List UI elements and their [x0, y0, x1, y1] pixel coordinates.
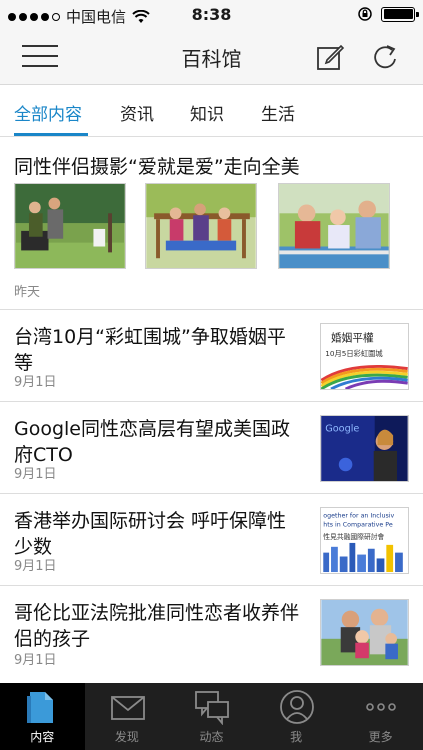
- article-headline: 台湾10月“彩虹围城”争取婚姻平等: [14, 326, 286, 374]
- article-thumbnail: Google: [320, 415, 409, 482]
- compose-icon[interactable]: [315, 42, 345, 72]
- tab-knowledge[interactable]: 知识: [190, 100, 224, 125]
- article-headline: 同性伴侣摄影“爱就是爱”走向全美: [14, 156, 300, 178]
- article-item[interactable]: 香港举办国际研讨会 呼吁保障性少数 9月1日 ogether for an In…: [0, 494, 423, 586]
- thumbnail-caption-2: 10月5日彩虹圍城: [325, 349, 383, 358]
- featured-photo-3: [278, 183, 390, 269]
- navigation-bar: 百科馆: [0, 30, 423, 85]
- status-bar: 中国电信 8:38: [0, 0, 423, 30]
- article-date: 9月1日: [14, 467, 57, 482]
- orientation-lock-icon: [358, 7, 372, 21]
- active-tab-indicator: [14, 133, 88, 136]
- tabbar-label: 内容: [30, 730, 55, 744]
- thumbnail-caption-3: 性見共融國際研討會: [323, 532, 384, 541]
- article-thumbnail: ogether for an Inclusiv hts in Comparati…: [320, 507, 409, 574]
- featured-photo-2: [145, 183, 257, 269]
- article-date: 9月1日: [14, 559, 57, 574]
- thumbnail-caption: Google: [325, 424, 359, 435]
- category-tabs: 全部内容 资讯 知识 生活: [0, 85, 423, 137]
- battery-icon: [381, 6, 419, 22]
- article-headline: 香港举办国际研讨会 呼吁保障性少数: [14, 510, 287, 558]
- document-icon: [27, 692, 53, 723]
- tabbar-item-content[interactable]: 内容: [0, 683, 85, 750]
- thumbnail-caption-2: hts in Comparative Pe: [323, 521, 393, 528]
- article-item[interactable]: 哥伦比亚法院批准同性恋者收养伴侣的孩子 9月1日: [0, 586, 423, 683]
- tabbar-label: 发现: [114, 730, 139, 744]
- thumbnail-caption-1: ogether for an Inclusiv: [323, 513, 394, 520]
- user-icon: [279, 690, 314, 724]
- bottom-tab-bar: 内容 发现 动态 我 更多: [0, 683, 423, 750]
- tab-news[interactable]: 资讯: [120, 100, 154, 125]
- article-item[interactable]: 台湾10月“彩虹围城”争取婚姻平等 9月1日 婚姻平權 10月5日彩虹圍城: [0, 310, 423, 402]
- envelope-icon: [110, 696, 145, 720]
- status-right: [357, 6, 419, 22]
- article-date: 9月1日: [14, 653, 57, 668]
- article-thumbnail: 婚姻平權 10月5日彩虹圍城: [320, 323, 409, 390]
- tabbar-item-more[interactable]: 更多: [338, 683, 423, 750]
- article-headline: Google同性恋高层有望成美国政府CTO: [14, 418, 291, 466]
- featured-article[interactable]: 同性伴侣摄影“爱就是爱”走向全美 昨天: [0, 138, 423, 310]
- article-item[interactable]: Google同性恋高层有望成美国政府CTO 9月1日 Google: [0, 402, 423, 494]
- tabbar-label: 更多: [368, 730, 393, 744]
- featured-photo-1: [14, 183, 126, 269]
- tab-all-content[interactable]: 全部内容: [14, 100, 82, 125]
- tabbar-label: 我: [290, 730, 303, 744]
- tabbar-label: 动态: [199, 730, 224, 744]
- refresh-icon[interactable]: [370, 42, 400, 72]
- tabbar-item-me[interactable]: 我: [254, 683, 339, 750]
- article-thumbnail: [320, 599, 409, 666]
- article-date: 9月1日: [14, 375, 57, 390]
- page-title: 百科馆: [181, 47, 242, 71]
- tab-life[interactable]: 生活: [261, 100, 295, 125]
- more-dots-icon: [366, 703, 397, 711]
- chat-bubbles-icon: [195, 691, 230, 725]
- tabbar-item-discover[interactable]: 发现: [85, 683, 170, 750]
- article-date: 昨天: [14, 285, 41, 300]
- tabbar-item-activity[interactable]: 动态: [169, 683, 254, 750]
- article-headline: 哥伦比亚法院批准同性恋者收养伴侣的孩子: [14, 602, 300, 650]
- menu-icon[interactable]: [22, 45, 58, 69]
- thumbnail-caption-1: 婚姻平權: [331, 331, 374, 344]
